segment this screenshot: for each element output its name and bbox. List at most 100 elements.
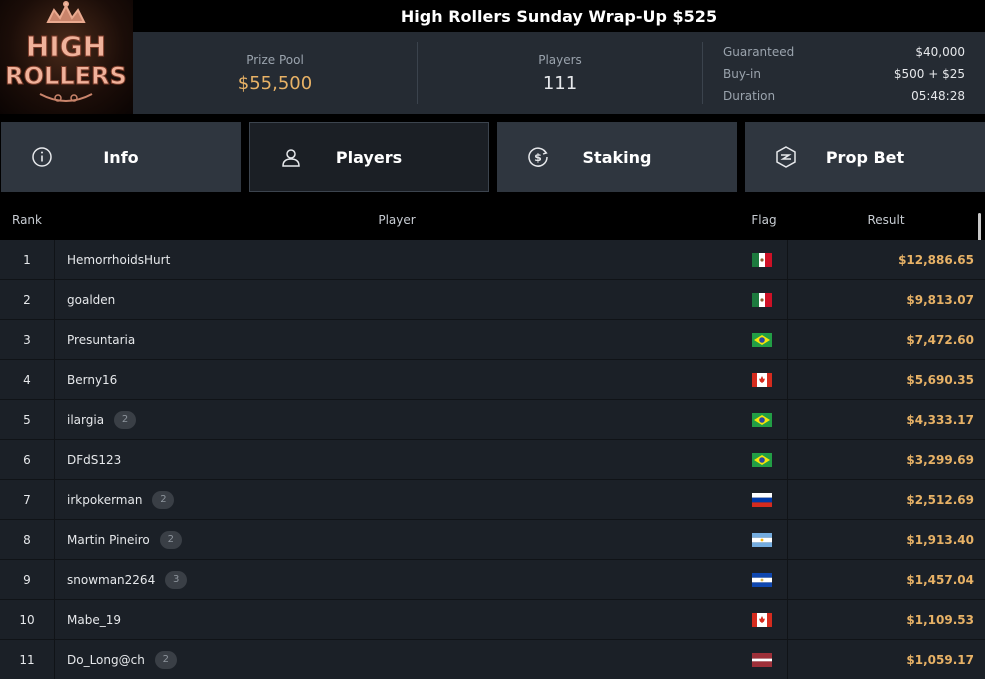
high-rollers-logo: HIGH ROLLERS — [0, 0, 133, 114]
flag-cell — [752, 240, 772, 279]
result-cell: $2,512.69 — [787, 480, 974, 519]
prop-bet-icon — [776, 146, 796, 168]
rank-cell: 1 — [0, 240, 55, 279]
svg-text:$: $ — [534, 151, 542, 164]
detail-guaranteed: Guaranteed $40,000 — [723, 41, 965, 63]
info-icon — [32, 147, 52, 167]
player-name[interactable]: ilargia — [67, 413, 104, 427]
tab-prop-bet[interactable]: Prop Bet — [745, 122, 985, 192]
flag-cell — [752, 320, 772, 359]
players-label: Players — [538, 52, 582, 67]
header-rank[interactable]: Rank — [0, 200, 54, 240]
detail-duration: Duration 05:48:28 — [723, 85, 965, 107]
entries-badge: 2 — [114, 410, 137, 429]
detail-label: Guaranteed — [723, 45, 795, 59]
flag-mexico-icon — [752, 252, 772, 267]
header-player[interactable]: Player — [54, 200, 740, 240]
result-cell: $1,913.40 — [787, 520, 974, 559]
tournament-details: Guaranteed $40,000 Buy-in $500 + $25 Dur… — [703, 32, 985, 114]
flag-russia-icon — [752, 492, 772, 507]
player-cell: snowman2264 3 — [67, 560, 188, 599]
entries-badge: 2 — [154, 650, 177, 669]
table-row[interactable]: 8 Martin Pineiro 2 $1,913.40 — [0, 520, 985, 560]
rank-cell: 10 — [0, 600, 55, 639]
player-name[interactable]: DFdS123 — [67, 453, 121, 467]
flag-cell — [752, 640, 772, 679]
player-cell: irkpokerman 2 — [67, 480, 175, 519]
table-row[interactable]: 3 Presuntaria $7,472.60 — [0, 320, 985, 360]
prize-pool-stat: Prize Pool $55,500 — [133, 32, 417, 114]
table-row[interactable]: 5 ilargia 2 $4,333.17 — [0, 400, 985, 440]
flag-cell — [752, 600, 772, 639]
flag-brazil-icon — [752, 412, 772, 427]
player-cell: Berny16 — [67, 360, 117, 399]
tab-info[interactable]: Info — [1, 122, 241, 192]
table-row[interactable]: 7 irkpokerman 2 $2,512.69 — [0, 480, 985, 520]
flag-cell — [752, 560, 772, 599]
player-name[interactable]: Mabe_19 — [67, 613, 121, 627]
player-cell: Mabe_19 — [67, 600, 121, 639]
table-row[interactable]: 6 DFdS123 $3,299.69 — [0, 440, 985, 480]
table-row[interactable]: 4 Berny16 $5,690.35 — [0, 360, 985, 400]
rank-cell: 7 — [0, 480, 55, 519]
table-row[interactable]: 1 HemorrhoidsHurt $12,886.65 — [0, 240, 985, 280]
stats-panel: Prize Pool $55,500 Players 111 Guarantee… — [133, 32, 985, 114]
player-name[interactable]: HemorrhoidsHurt — [67, 253, 170, 267]
flag-mexico-icon — [752, 292, 772, 307]
tab-staking[interactable]: $ Staking — [497, 122, 737, 192]
player-cell: Martin Pineiro 2 — [67, 520, 182, 559]
table-header: Rank Player Flag Result — [0, 200, 985, 240]
rank-cell: 11 — [0, 640, 55, 679]
header-result[interactable]: Result — [787, 200, 985, 240]
tab-players[interactable]: Players — [249, 122, 489, 192]
rank-cell: 8 — [0, 520, 55, 559]
player-name[interactable]: irkpokerman — [67, 493, 142, 507]
flag-brazil-icon — [752, 332, 772, 347]
player-name[interactable]: goalden — [67, 293, 115, 307]
table-row[interactable]: 11 Do_Long@ch 2 $1,059.17 — [0, 640, 985, 679]
flag-canada-icon — [752, 372, 772, 387]
flag-cell — [752, 440, 772, 479]
tournament-title: High Rollers Sunday Wrap-Up $525 — [133, 0, 985, 32]
player-name[interactable]: Berny16 — [67, 373, 117, 387]
flag-brazil-icon — [752, 452, 772, 467]
prize-pool-label: Prize Pool — [246, 52, 304, 67]
player-cell: Presuntaria — [67, 320, 135, 359]
flag-el-salvador-icon — [752, 572, 772, 587]
table-row[interactable]: 2 goalden $9,813.07 — [0, 280, 985, 320]
dollar-coin-icon: $ — [528, 147, 548, 167]
player-name[interactable]: snowman2264 — [67, 573, 155, 587]
detail-value: $500 + $25 — [893, 67, 965, 81]
player-cell: DFdS123 — [67, 440, 121, 479]
players-value: 111 — [542, 72, 578, 94]
crown-logo-art: HIGH ROLLERS — [5, 1, 127, 102]
rank-cell: 9 — [0, 560, 55, 599]
player-name[interactable]: Presuntaria — [67, 333, 135, 347]
player-cell: Do_Long@ch 2 — [67, 640, 177, 679]
user-icon — [282, 149, 300, 167]
detail-value: 05:48:28 — [911, 89, 965, 103]
player-cell: HemorrhoidsHurt — [67, 240, 170, 279]
table-row[interactable]: 10 Mabe_19 $1,109.53 — [0, 600, 985, 640]
header-flag[interactable]: Flag — [742, 200, 786, 240]
prize-pool-value: $55,500 — [237, 72, 313, 94]
result-cell: $1,457.04 — [787, 560, 974, 599]
rank-cell: 6 — [0, 440, 55, 479]
flag-cell — [752, 280, 772, 319]
rank-cell: 3 — [0, 320, 55, 359]
flag-cell — [752, 360, 772, 399]
detail-buy-in: Buy-in $500 + $25 — [723, 63, 965, 85]
table-row[interactable]: 9 snowman2264 3 $1,457.04 — [0, 560, 985, 600]
flag-canada-icon — [752, 612, 772, 627]
logo-line2: ROLLERS — [5, 62, 127, 90]
player-name[interactable]: Do_Long@ch — [67, 653, 145, 667]
player-name[interactable]: Martin Pineiro — [67, 533, 150, 547]
result-cell: $1,109.53 — [787, 600, 974, 639]
flag-cell — [752, 520, 772, 559]
entries-badge: 2 — [159, 530, 182, 549]
flag-latvia-icon — [752, 652, 772, 667]
result-cell: $12,886.65 — [787, 240, 974, 279]
result-cell: $3,299.69 — [787, 440, 974, 479]
result-cell: $1,059.17 — [787, 640, 974, 679]
result-cell: $5,690.35 — [787, 360, 974, 399]
